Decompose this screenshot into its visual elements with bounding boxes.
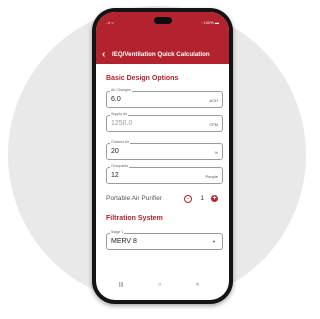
recent-apps-icon[interactable]: ||| (119, 282, 123, 288)
plus-circle-icon[interactable]: + (211, 195, 218, 202)
stage-1-label: Stage 1 (110, 230, 125, 234)
phone-screen: ..ıl ≈ ◦ 100% ▬ ‹ IEQ/Ventilation Quick … (96, 12, 229, 300)
outdoor-air-unit: % (214, 150, 218, 155)
occupants-value: 12 (111, 172, 119, 179)
app-bar: ‹ IEQ/Ventilation Quick Calculation (96, 48, 229, 64)
home-icon[interactable]: ○ (158, 282, 161, 288)
occupants-unit: People (205, 174, 218, 179)
supply-air-field[interactable]: Supply Air 1250.0 CFM (106, 112, 223, 132)
air-changes-unit: ACH (209, 98, 218, 103)
basic-design-heading: Basic Design Options (106, 75, 179, 82)
air-changes-field[interactable]: Air Changes 6.0 ACH (106, 88, 223, 108)
air-changes-label: Air Changes (110, 88, 132, 92)
air-purifier-label: Portable Air Purifier (106, 195, 162, 202)
supply-air-value: 1250.0 (111, 120, 133, 127)
back-nav-icon[interactable]: < (196, 282, 199, 288)
outdoor-air-field[interactable]: Outdoor Air 20 % (106, 140, 223, 160)
air-purifier-count: 1 (200, 195, 204, 202)
filtration-heading: Filtration System (106, 215, 163, 222)
occupants-field[interactable]: Occupants 12 People (106, 164, 223, 184)
supply-air-unit: CFM (209, 122, 218, 127)
air-purifier-row: Portable Air Purifier − 1 + (106, 195, 221, 205)
signal-icons: ..ıl ≈ (106, 20, 114, 25)
chevron-down-icon: ▼ (212, 239, 216, 244)
page-title: IEQ/Ventilation Quick Calculation (112, 51, 210, 58)
outdoor-air-label: Outdoor Air (110, 140, 131, 144)
status-bar: ..ıl ≈ ◦ 100% ▬ (96, 20, 229, 30)
app-header: ..ıl ≈ ◦ 100% ▬ ‹ IEQ/Ventilation Quick … (96, 12, 229, 64)
back-arrow-icon[interactable]: ‹ (102, 49, 105, 61)
stage-1-select[interactable]: Stage 1 MERV 8 ▼ (106, 230, 223, 250)
stage-1-value: MERV 8 (111, 238, 137, 245)
phone-frame: ..ıl ≈ ◦ 100% ▬ ‹ IEQ/Ventilation Quick … (92, 8, 233, 304)
outdoor-air-value: 20 (111, 148, 119, 155)
air-changes-value: 6.0 (111, 96, 121, 103)
supply-air-label: Supply Air (110, 112, 129, 116)
battery-icons: ◦ 100% ▬ (201, 20, 219, 25)
android-nav-bar: ||| ○ < (96, 282, 229, 294)
minus-circle-icon[interactable]: − (184, 195, 192, 203)
occupants-label: Occupants (110, 164, 130, 168)
